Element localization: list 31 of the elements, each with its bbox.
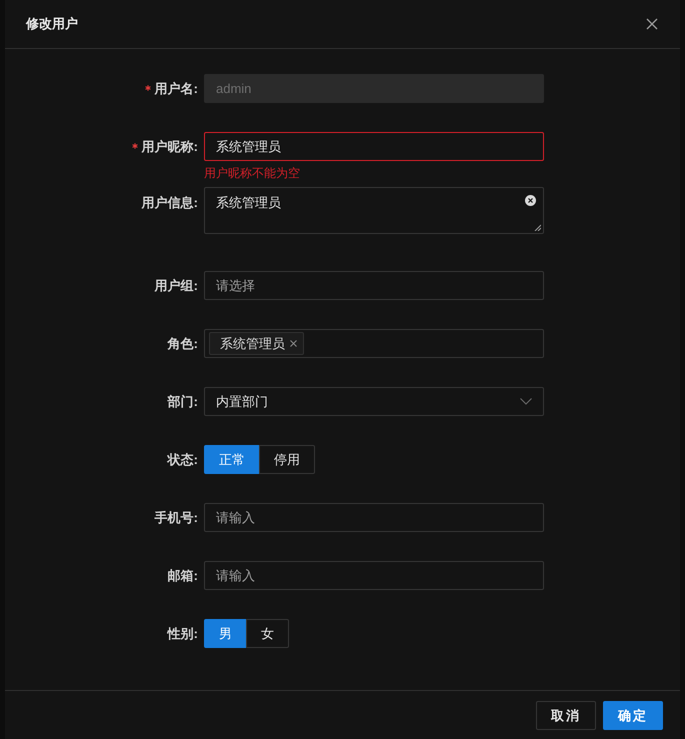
- field-label: 用户名:: [154, 80, 198, 98]
- field-label: 邮箱:: [168, 567, 198, 585]
- field-label: 部门:: [168, 393, 198, 411]
- field-label: 用户昵称:: [142, 138, 198, 156]
- input-field[interactable]: 请输入: [204, 503, 544, 532]
- input-field[interactable]: 请输入: [204, 561, 544, 590]
- field-label: 角色:: [168, 335, 198, 353]
- cancel-button[interactable]: 取消: [536, 701, 596, 730]
- dialog-title: 修改用户: [26, 15, 78, 33]
- input-field[interactable]: 请选择: [204, 271, 544, 300]
- radio-button[interactable]: 男: [204, 619, 247, 648]
- text-area[interactable]: 系统管理员: [204, 187, 544, 234]
- clear-icon[interactable]: [525, 195, 536, 206]
- tag-label: 系统管理员: [220, 334, 285, 352]
- field-label: 状态:: [168, 451, 198, 469]
- confirm-button[interactable]: 确定: [603, 701, 663, 730]
- field-label: 用户组:: [154, 277, 198, 295]
- field-label: 用户信息:: [142, 194, 198, 212]
- tag-select-field[interactable]: 系统管理员: [204, 329, 544, 358]
- error-message: 用户昵称不能为空: [204, 165, 301, 182]
- dropdown-field[interactable]: 内置部门: [204, 387, 544, 416]
- input-field[interactable]: 系统管理员: [204, 132, 544, 161]
- close-icon[interactable]: [290, 340, 297, 347]
- radio-button[interactable]: 女: [246, 619, 289, 648]
- resize-handle-icon[interactable]: [534, 224, 541, 231]
- field-label: 性别:: [168, 625, 198, 643]
- chevron-down-icon: [520, 398, 532, 405]
- field-label: 手机号:: [154, 509, 198, 527]
- close-icon[interactable]: [646, 18, 658, 30]
- radio-button[interactable]: 正常: [204, 445, 260, 474]
- radio-button[interactable]: 停用: [259, 445, 315, 474]
